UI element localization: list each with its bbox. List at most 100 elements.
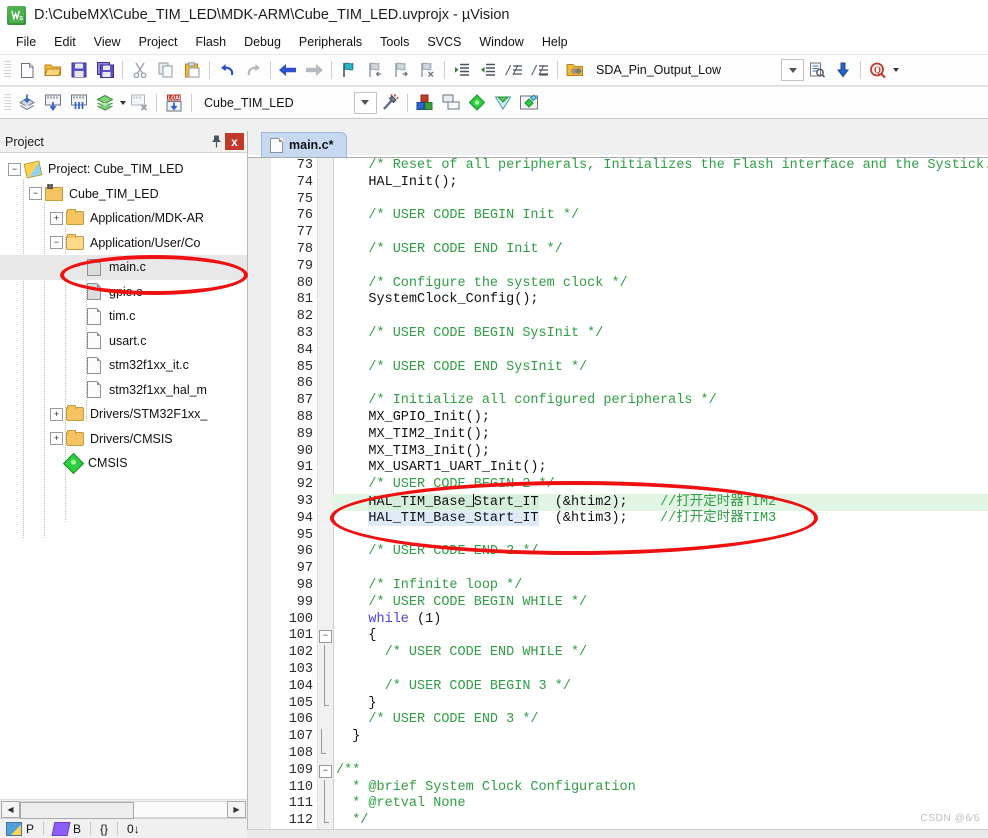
navigate-forward-icon[interactable]	[301, 58, 327, 82]
expander-toggle[interactable]: +	[50, 211, 63, 225]
fold-toggle-icon[interactable]: −	[319, 764, 332, 778]
toolbar-grip[interactable]	[4, 61, 11, 79]
cut-icon[interactable]	[127, 58, 153, 82]
menu-flash[interactable]: Flash	[186, 33, 235, 51]
menu-svcs[interactable]: SVCS	[418, 33, 470, 51]
code-line[interactable]: 105 }	[248, 695, 988, 713]
code-line[interactable]: 90 MX_TIM3_Init();	[248, 444, 988, 461]
tree-item-usart-c[interactable]: usart.c	[0, 329, 247, 354]
undo-icon[interactable]	[214, 58, 240, 82]
tree-item-application-mdk-arm[interactable]: + Application/MDK-AR	[0, 206, 247, 231]
paste-icon[interactable]	[179, 58, 205, 82]
code-line[interactable]: 75	[248, 192, 988, 209]
target-options-wizard-icon[interactable]	[377, 91, 403, 115]
code-line[interactable]: 89 MX_TIM2_Init();	[248, 427, 988, 444]
tree-item-stm32f1xx-hal-msp-c[interactable]: stm32f1xx_hal_m	[0, 378, 247, 403]
target-combo[interactable]: Cube_TIM_LED	[196, 91, 377, 114]
close-icon[interactable]: x	[225, 133, 244, 150]
tree-item-cmsis[interactable]: CMSIS	[0, 451, 247, 476]
comment-icon[interactable]: //	[501, 58, 527, 82]
configure-packs-icon[interactable]	[516, 91, 542, 115]
tree-item-main-c[interactable]: main.c	[0, 255, 247, 280]
code-line[interactable]: 82	[248, 309, 988, 326]
code-line[interactable]: 102 /* USER CODE END WHILE */	[248, 645, 988, 662]
expander-toggle[interactable]: +	[50, 407, 63, 421]
hscroll-track[interactable]	[20, 800, 227, 819]
code-line[interactable]: 95	[248, 528, 988, 545]
code-line[interactable]: 78 /* USER CODE END Init */	[248, 242, 988, 259]
tree-item-target[interactable]: − Cube_TIM_LED	[0, 182, 247, 207]
menu-debug[interactable]: Debug	[235, 33, 290, 51]
redo-icon[interactable]	[240, 58, 266, 82]
code-line[interactable]: 93 HAL_TIM_Base_Start_IT (&htim2); //打开定…	[248, 494, 988, 511]
expander-toggle[interactable]: +	[50, 432, 63, 446]
code-line[interactable]: 85 /* USER CODE END SysInit */	[248, 360, 988, 377]
find-in-files-icon[interactable]	[804, 58, 830, 82]
indent-icon[interactable]	[449, 58, 475, 82]
code-line[interactable]: 81 SystemClock_Config();	[248, 292, 988, 309]
scroll-right-icon[interactable]: ▶	[227, 800, 246, 818]
translate-file-icon[interactable]	[14, 91, 40, 115]
code-line[interactable]: 101− {	[248, 628, 988, 645]
project-tree[interactable]: − Project: Cube_TIM_LED − Cube_TIM_LED +…	[0, 153, 247, 799]
code-line[interactable]: 107 }	[248, 729, 988, 746]
bookmark-prev-icon[interactable]	[362, 58, 388, 82]
menu-file[interactable]: File	[7, 33, 45, 51]
pack-installer-icon[interactable]	[464, 91, 490, 115]
manage-project-items-icon[interactable]	[412, 91, 438, 115]
code-line[interactable]: 96 /* USER CODE END 2 */	[248, 544, 988, 561]
outdent-icon[interactable]	[475, 58, 501, 82]
code-line[interactable]: 110 * @brief System Clock Configuration	[248, 779, 988, 797]
bookmark-toggle-icon[interactable]	[336, 58, 362, 82]
tree-item-project-root[interactable]: − Project: Cube_TIM_LED	[0, 157, 247, 182]
tab-functions[interactable]: {}	[94, 819, 114, 838]
code-line[interactable]: 106 /* USER CODE END 3 */	[248, 712, 988, 729]
menu-edit[interactable]: Edit	[45, 33, 85, 51]
menu-help[interactable]: Help	[533, 33, 577, 51]
code-line[interactable]: 97	[248, 561, 988, 578]
code-line[interactable]: 112 */	[248, 813, 988, 830]
expander-toggle[interactable]: −	[8, 162, 21, 176]
rebuild-all-icon[interactable]	[66, 91, 92, 115]
tab-books[interactable]: B	[47, 819, 87, 838]
code-editor[interactable]: 73 /* Reset of all peripherals, Initiali…	[248, 157, 988, 838]
menu-peripherals[interactable]: Peripherals	[290, 33, 371, 51]
target-combo-dropdown[interactable]	[353, 91, 377, 114]
fold-toggle-icon[interactable]: −	[319, 630, 332, 644]
code-line[interactable]: 108	[248, 746, 988, 763]
pin-icon[interactable]	[207, 133, 225, 150]
search-symbol-combo[interactable]: SDA_Pin_Output_Low	[588, 59, 805, 81]
tab-templates[interactable]: 0↓	[121, 819, 146, 838]
open-file-icon[interactable]	[40, 58, 66, 82]
tab-project[interactable]: P	[0, 819, 40, 838]
code-line[interactable]: 76 /* USER CODE BEGIN Init */	[248, 208, 988, 225]
code-line[interactable]: 94 HAL_TIM_Base_Start_IT (&htim3); //打开定…	[248, 510, 988, 528]
menu-window[interactable]: Window	[470, 33, 532, 51]
code-line[interactable]: 104 /* USER CODE BEGIN 3 */	[248, 678, 988, 696]
tree-item-stm32f1xx-it-c[interactable]: stm32f1xx_it.c	[0, 353, 247, 378]
tree-item-application-user-core[interactable]: − Application/User/Co	[0, 231, 247, 256]
code-line[interactable]: 99 /* USER CODE BEGIN WHILE */	[248, 595, 988, 612]
code-line[interactable]: 111 * @retval None	[248, 796, 988, 814]
uncomment-icon[interactable]: //	[527, 58, 553, 82]
save-icon[interactable]	[66, 58, 92, 82]
bookmark-next-icon[interactable]	[388, 58, 414, 82]
tree-item-gpio-c[interactable]: gpio.c	[0, 280, 247, 305]
toolbar-grip[interactable]	[4, 93, 11, 112]
navigate-back-icon[interactable]	[275, 58, 301, 82]
menu-project[interactable]: Project	[130, 33, 187, 51]
expander-toggle[interactable]: −	[29, 187, 42, 201]
code-line[interactable]: 77	[248, 225, 988, 242]
stop-build-icon[interactable]	[126, 91, 152, 115]
code-line[interactable]: 80 /* Configure the system clock */	[248, 276, 988, 293]
code-line[interactable]: 74 HAL_Init();	[248, 175, 988, 192]
multi-project-icon[interactable]	[438, 91, 464, 115]
expander-toggle[interactable]: −	[50, 236, 63, 250]
tree-item-drivers-stm32f1xx[interactable]: + Drivers/STM32F1xx_	[0, 402, 247, 427]
code-line[interactable]: 73 /* Reset of all peripherals, Initiali…	[248, 158, 988, 175]
goto-definition-icon[interactable]	[830, 58, 856, 82]
search-symbol-dropdown[interactable]	[781, 59, 805, 81]
code-line[interactable]: 88 MX_GPIO_Init();	[248, 410, 988, 427]
save-all-icon[interactable]	[92, 58, 118, 82]
code-line[interactable]: 86	[248, 376, 988, 393]
